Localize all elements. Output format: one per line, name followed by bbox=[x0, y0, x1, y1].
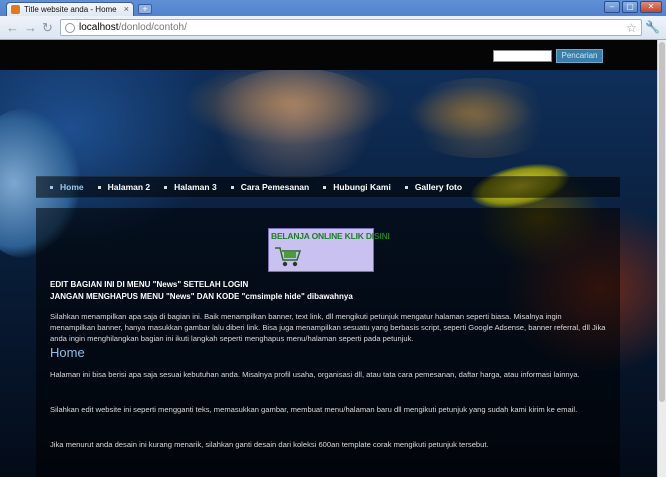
nav-item-halaman-2[interactable]: Halaman 2 bbox=[97, 182, 150, 192]
browser-chrome: Title website anda - Home × + – ▢ ✕ ← → … bbox=[0, 0, 666, 40]
tab-strip: Title website anda - Home × + – ▢ ✕ bbox=[0, 0, 666, 16]
content-paragraph: Halaman ini bisa berisi apa saja sesuai … bbox=[50, 370, 580, 379]
content-paragraph: Jika menurut anda desain ini kurang mena… bbox=[50, 440, 489, 449]
globe-icon bbox=[65, 22, 75, 33]
close-window-button[interactable]: ✕ bbox=[640, 1, 662, 13]
wrench-menu-icon[interactable]: 🔧 bbox=[645, 20, 660, 34]
nav-item-halaman-3[interactable]: Halaman 3 bbox=[164, 182, 217, 192]
promo-text: BELANJA ONLINE KLIK DISINI bbox=[271, 231, 390, 241]
bullet-icon bbox=[230, 185, 234, 189]
back-button[interactable]: ← bbox=[6, 21, 19, 34]
bullet-icon bbox=[164, 185, 168, 189]
coral-image bbox=[200, 68, 390, 178]
coral-image bbox=[400, 78, 560, 158]
bullet-icon bbox=[50, 185, 53, 189]
favicon-icon bbox=[11, 5, 20, 14]
nav-item-cara-pemesanan[interactable]: Cara Pemesanan bbox=[230, 182, 309, 192]
url-text: localhost/donlod/contoh/ bbox=[79, 22, 187, 33]
minimize-button[interactable]: – bbox=[604, 1, 620, 13]
banner-paragraph: Silahkan menampilkan apa saja di bagian … bbox=[50, 312, 606, 343]
page-title: Home bbox=[50, 345, 85, 360]
content-panel: BELANJA ONLINE KLIK DISINI EDIT BAGIAN I… bbox=[36, 208, 620, 477]
shopping-cart-icon bbox=[275, 247, 302, 267]
search-button[interactable]: Pencarian bbox=[556, 49, 603, 63]
content-paragraph: Silahkan edit website ini seperti mengga… bbox=[50, 405, 578, 414]
bullet-icon bbox=[323, 185, 327, 189]
bullet-icon bbox=[97, 185, 101, 189]
window-controls: – ▢ ✕ bbox=[604, 1, 662, 13]
search-input[interactable] bbox=[493, 50, 552, 62]
promo-banner[interactable]: BELANJA ONLINE KLIK DISINI bbox=[268, 228, 390, 272]
main-navigation: Home Halaman 2 Halaman 3 Cara Pemesanan … bbox=[36, 176, 620, 198]
tab-home[interactable]: Title website anda - Home × bbox=[6, 2, 134, 16]
vertical-scrollbar[interactable] bbox=[657, 40, 666, 477]
forward-button[interactable]: → bbox=[24, 21, 37, 34]
browser-toolbar: ← → ↻ localhost/donlod/contoh/ ☆ 🔧 bbox=[0, 16, 666, 40]
nav-item-hubungi-kami[interactable]: Hubungi Kami bbox=[323, 182, 391, 192]
nav-item-gallery-foto[interactable]: Gallery foto bbox=[404, 182, 462, 192]
tab-title: Title website anda - Home bbox=[24, 5, 117, 14]
nav-item-home[interactable]: Home bbox=[50, 182, 84, 192]
reload-button[interactable]: ↻ bbox=[42, 21, 53, 34]
bookmark-star-icon[interactable]: ☆ bbox=[626, 21, 637, 35]
edit-note-warning: JANGAN MENGHAPUS MENU "News" DAN KODE "c… bbox=[50, 292, 353, 301]
address-bar[interactable]: localhost/donlod/contoh/ ☆ bbox=[60, 19, 642, 36]
maximize-button[interactable]: ▢ bbox=[622, 1, 638, 13]
tab-close-icon[interactable]: × bbox=[124, 5, 129, 14]
edit-note-login: EDIT BAGIAN INI DI MENU "News" SETELAH L… bbox=[50, 280, 249, 289]
bullet-icon bbox=[404, 185, 408, 189]
new-tab-button[interactable]: + bbox=[138, 4, 152, 14]
page-viewport: Pencarian Home Halaman 2 Halaman 3 Cara … bbox=[0, 40, 657, 477]
scrollbar-thumb[interactable] bbox=[659, 42, 665, 402]
top-bar: Pencarian bbox=[0, 40, 657, 70]
